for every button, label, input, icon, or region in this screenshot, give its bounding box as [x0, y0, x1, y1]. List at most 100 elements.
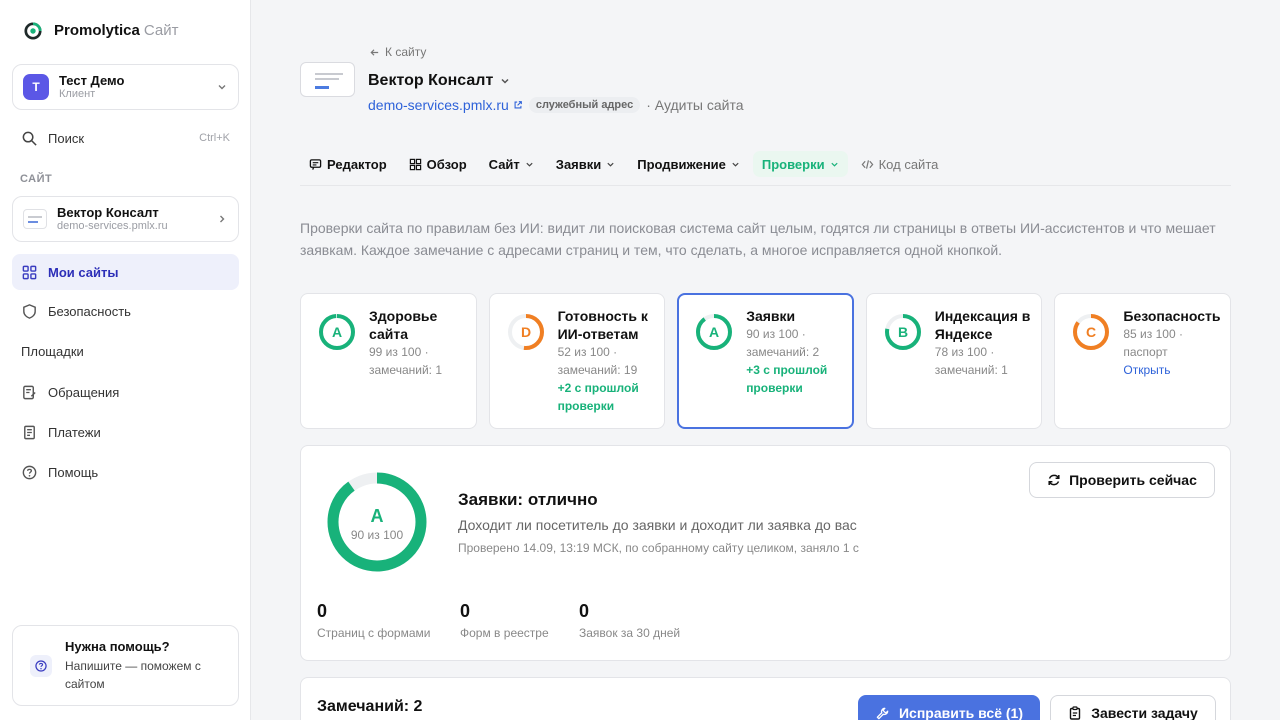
sidebar-item-payments[interactable]: Платежи: [12, 414, 239, 450]
stat-forms-in-registry: 0 Форм в реестре: [460, 601, 549, 640]
open-passport-link[interactable]: Открыть: [1123, 361, 1222, 379]
search-label: Поиск: [48, 130, 85, 146]
app-sub: Сайт: [143, 22, 179, 39]
help-card[interactable]: Нужна помощь? Напишите — поможем с сайто…: [12, 625, 239, 706]
tab-label: Редактор: [327, 156, 387, 172]
card-delta: +2 с прошлой проверки: [557, 381, 639, 413]
receipt-icon: [24, 425, 35, 439]
sidebar-item-security[interactable]: Безопасность: [12, 293, 239, 329]
sidebar-item-my-sites[interactable]: Мои сайты: [12, 254, 239, 290]
tab-label: Проверки: [761, 156, 825, 172]
sidebar-item-requests[interactable]: Обращения: [12, 374, 239, 410]
card-delta: +3 с прошлой проверки: [746, 363, 828, 395]
card-stat: 78 из 100 · замечаний: 1: [934, 345, 1008, 377]
search-icon: [22, 131, 37, 146]
chevron-down-icon: [830, 162, 838, 167]
fix-all-button[interactable]: Исправить всё (1): [858, 695, 1040, 720]
score-card-yandex-indexing[interactable]: B Индексация в Яндексе 78 из 100 · замеч…: [865, 293, 1043, 429]
big-grade: A: [371, 506, 384, 526]
detail-title: Заявки: отлично: [458, 490, 598, 509]
tab-requests[interactable]: Заявки: [547, 151, 624, 177]
stat-value: 0: [460, 601, 471, 621]
wrench-icon: [876, 707, 889, 719]
stat-label: Форм в реестре: [460, 626, 549, 640]
check-now-button[interactable]: Проверить сейчас: [1029, 462, 1215, 498]
avatar: Т: [23, 74, 49, 100]
sidebar-item-label: Платежи: [48, 424, 101, 440]
card-title: Безопасность: [1123, 308, 1221, 324]
service-address-badge: служебный адрес: [528, 97, 641, 113]
sidebar-item-platforms[interactable]: Площадки: [12, 333, 239, 369]
score-ring: A: [319, 314, 355, 350]
grade-letter: C: [1086, 324, 1096, 340]
help-text: Напишите — поможем с сайтом: [65, 659, 201, 691]
chevron-down-icon: [607, 162, 614, 167]
back-to-site-link[interactable]: К сайту: [369, 45, 426, 59]
big-score-label: 90 из 100: [351, 528, 404, 542]
stat-value: 0: [317, 601, 328, 621]
search-shortcut: Ctrl+K: [199, 132, 230, 144]
card-stat: 52 из 100 · замечаний: 19: [557, 345, 638, 377]
account-name: Тест Демо: [59, 73, 125, 88]
help-circle-icon: [22, 465, 37, 479]
site-url-link[interactable]: demo-services.pmlx.ru: [368, 97, 509, 113]
account-role: Клиент: [59, 88, 96, 100]
logo-icon: [24, 22, 42, 40]
tab-promotion[interactable]: Продвижение: [628, 151, 749, 177]
card-title: Готовность к ИИ-ответам: [557, 308, 648, 342]
search-button[interactable]: Поиск Ctrl+K: [12, 120, 239, 156]
stat-label: Страниц с формами: [317, 626, 431, 640]
page-title: Вектор Консалт: [368, 72, 494, 89]
card-title: Заявки: [746, 308, 796, 324]
external-link-icon[interactable]: [513, 100, 523, 110]
site-preview-thumbnail[interactable]: [300, 62, 355, 97]
tab-site[interactable]: Сайт: [480, 151, 543, 177]
score-ring: A: [696, 314, 733, 350]
arrow-left-icon: [370, 48, 379, 56]
score-ring: C: [1073, 314, 1110, 350]
code-icon: [861, 159, 874, 169]
card-stat: 85 из 100 · паспорт: [1123, 327, 1183, 359]
account-switcher[interactable]: Т Тест Демо Клиент: [12, 64, 239, 110]
refresh-icon: [1048, 474, 1060, 486]
tab-overview[interactable]: Обзор: [400, 151, 476, 177]
score-card-requests[interactable]: A Заявки 90 из 100 · замечаний: 2 +3 с п…: [677, 293, 854, 429]
comment-icon: [309, 158, 322, 170]
big-score-ring: A 90 из 100: [327, 472, 427, 572]
site-meta: demo-services.pmlx.ru служебный адрес · …: [368, 97, 744, 113]
sidebar-item-help[interactable]: Помощь: [12, 454, 239, 490]
grade-letter: A: [709, 324, 719, 340]
score-cards: A Здоровье сайта 99 из 100 · замечаний: …: [300, 293, 1231, 429]
stat-label: Заявок за 30 дней: [579, 626, 681, 640]
help-title: Нужна помощь?: [65, 639, 170, 654]
stat-requests-30-days: 0 Заявок за 30 дней: [579, 601, 680, 640]
chevron-down-icon: [526, 162, 533, 167]
chevron-down-icon: [218, 85, 226, 90]
help-icon: [30, 655, 52, 677]
create-task-button[interactable]: Завести задачу: [1050, 695, 1216, 720]
requests-detail-panel: A 90 из 100 Заявки: отлично Доходит ли п…: [300, 445, 1231, 661]
score-ring: B: [884, 314, 921, 350]
score-card-ai-readiness[interactable]: D Готовность к ИИ-ответам 52 из 100 · за…: [488, 293, 666, 429]
shield-icon: [23, 303, 36, 319]
tab-label: Заявки: [555, 156, 602, 172]
breadcrumb-tail: · Аудиты сайта: [646, 97, 744, 113]
tab-editor[interactable]: Редактор: [300, 151, 396, 177]
grade-letter: B: [898, 324, 908, 340]
tab-checks[interactable]: Проверки: [752, 151, 848, 177]
score-card-security[interactable]: C Безопасность 85 из 100 · паспорт Откры…: [1054, 293, 1231, 429]
chevron-down-icon: [501, 78, 509, 84]
current-site-card[interactable]: Вектор Консалт demo-services.pmlx.ru: [12, 196, 239, 242]
stat-pages-with-forms: 0 Страниц с формами: [317, 601, 430, 640]
check-now-label: Проверить сейчас: [1069, 472, 1197, 488]
detail-subtitle: Доходит ли посетитель до заявки и доходи…: [458, 517, 857, 533]
brand[interactable]: Promolytica Сайт: [24, 22, 178, 40]
intro-text: Проверки сайта по правилам без ИИ: видит…: [300, 220, 1216, 258]
tab-site-code[interactable]: Код сайта: [852, 151, 948, 177]
score-card-site-health[interactable]: A Здоровье сайта 99 из 100 · замечаний: …: [300, 293, 477, 429]
chevron-right-icon: [220, 215, 225, 223]
clipboard-icon: [1070, 706, 1081, 720]
issues-title: Замечаний: 2: [317, 698, 423, 715]
site-switcher[interactable]: Вектор Консалт: [368, 72, 511, 90]
site-url: demo-services.pmlx.ru: [57, 220, 168, 232]
